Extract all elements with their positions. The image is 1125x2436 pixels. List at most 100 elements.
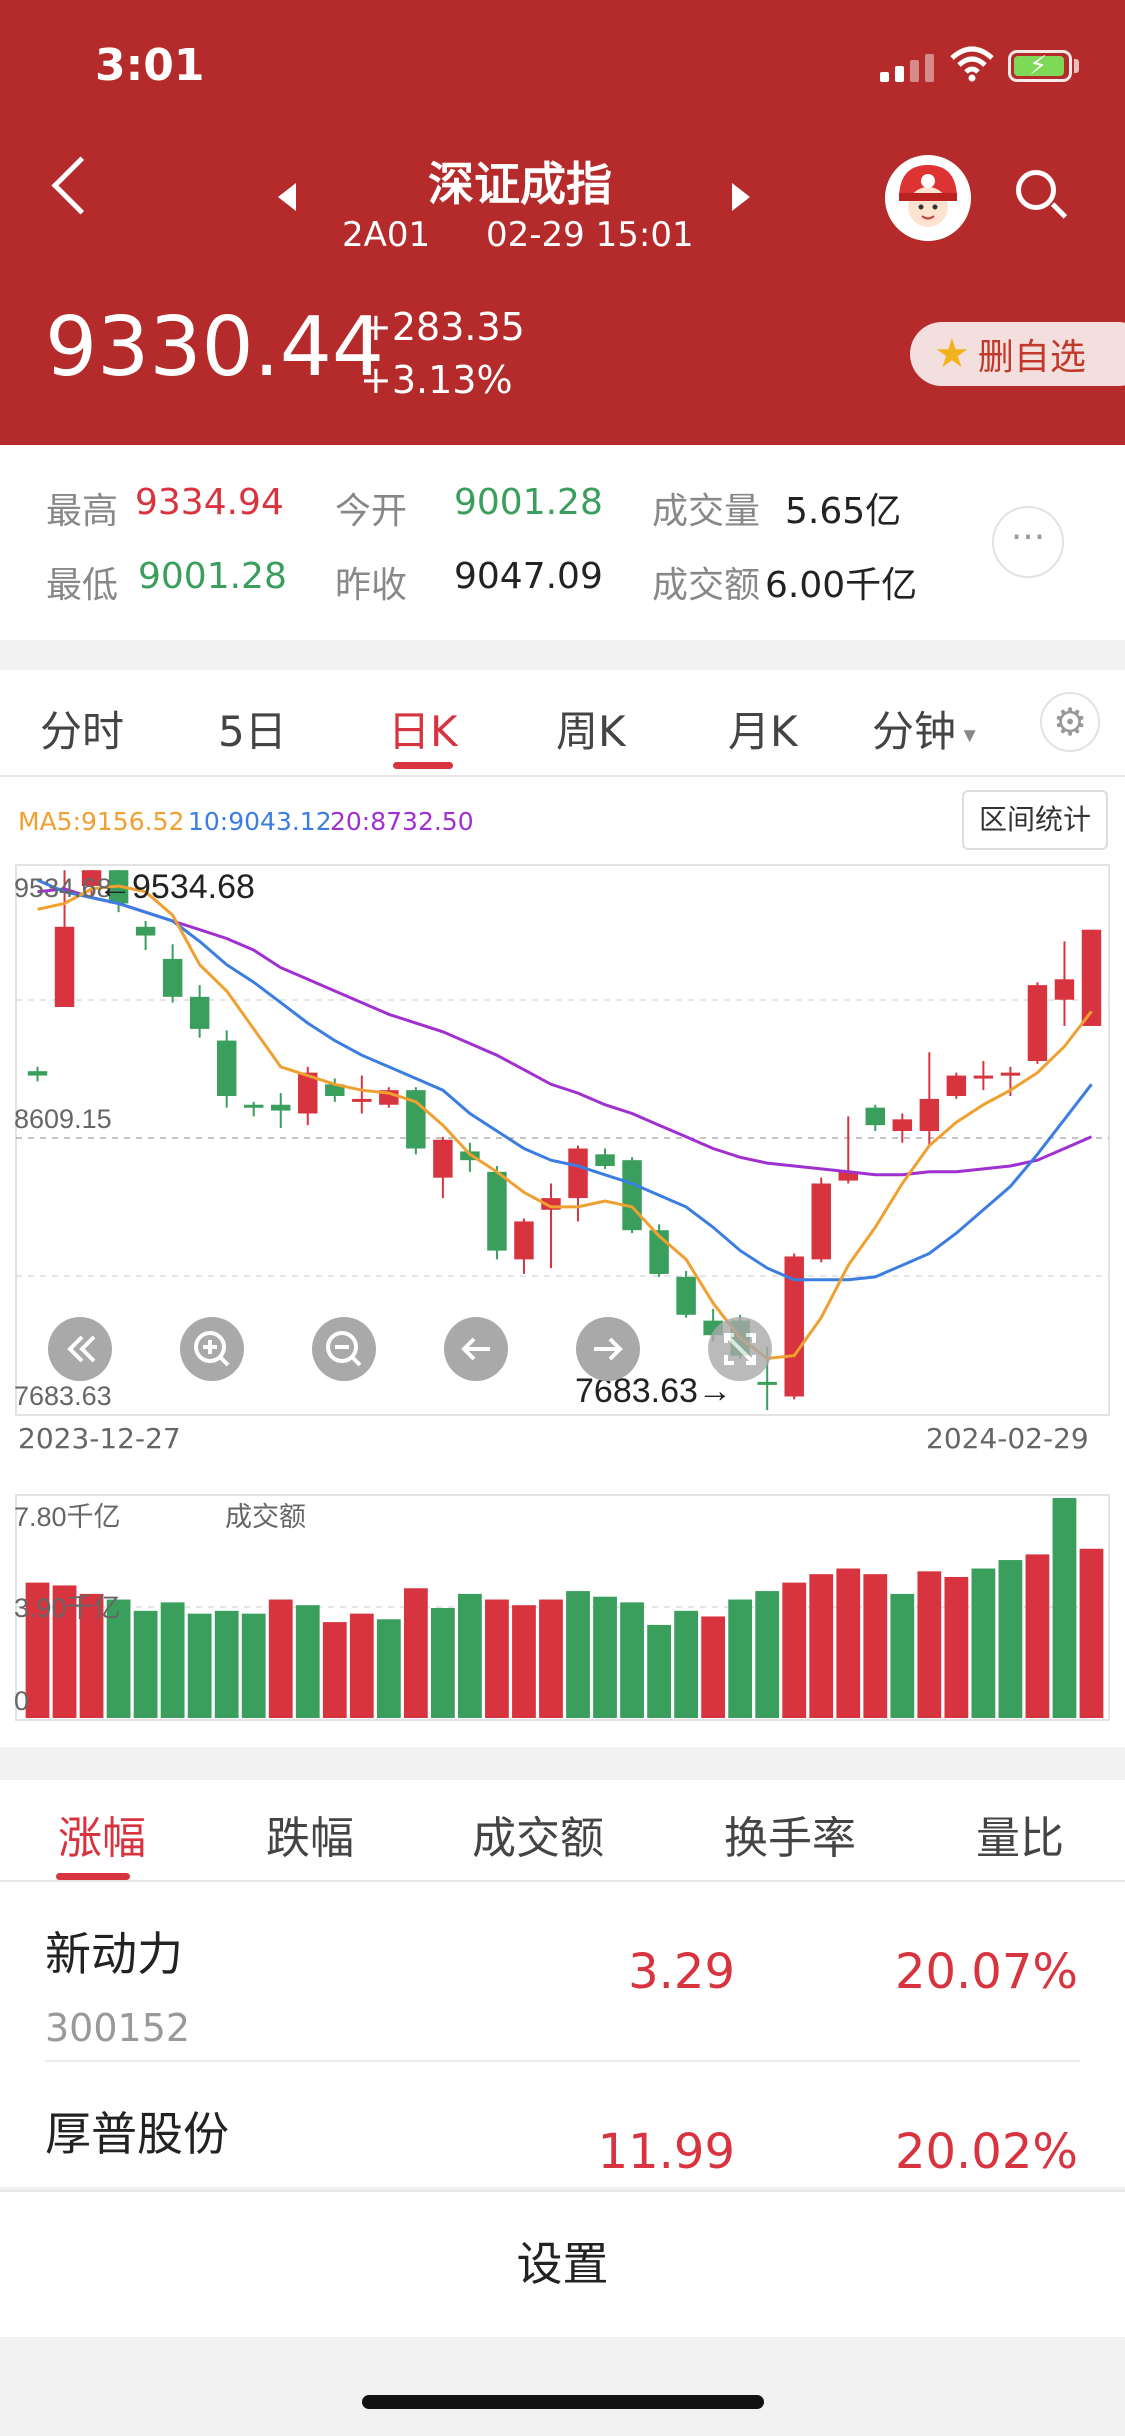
volume-bar <box>566 1591 590 1718</box>
volume-bar <box>403 1588 428 1718</box>
active-ranking-indicator <box>56 1873 130 1880</box>
candle <box>1027 985 1048 1061</box>
candle <box>487 1171 507 1251</box>
volume-bar <box>998 1560 1023 1718</box>
gear-icon[interactable]: ⚙ <box>1040 692 1100 752</box>
candle <box>973 1075 994 1079</box>
tab-minute[interactable]: 分钟 ▾ <box>872 698 976 759</box>
volume-bar <box>944 1576 969 1718</box>
high-value: 9334.94 <box>135 482 284 523</box>
battery-icon: ⚡ <box>1008 50 1072 82</box>
volume-bar <box>728 1599 753 1718</box>
scroll-right-button[interactable] <box>576 1317 640 1381</box>
candle <box>162 958 183 997</box>
zoom-in-button[interactable] <box>180 1317 244 1381</box>
candle <box>595 1154 615 1167</box>
tab-turnover-amount[interactable]: 成交额 <box>472 1802 604 1866</box>
ma20-legend: 20:8732.50 <box>330 807 474 836</box>
settings-button[interactable]: 设置 <box>0 2190 1125 2337</box>
candle <box>352 1098 372 1102</box>
tab-gainers[interactable]: 涨幅 <box>58 1802 146 1866</box>
tab-weekly-k[interactable]: 周K <box>556 698 626 759</box>
volume-bar <box>782 1582 807 1718</box>
tab-daily-k[interactable]: 日K <box>388 698 458 759</box>
back-icon[interactable] <box>51 156 110 215</box>
volume-bar <box>917 1571 942 1718</box>
remove-favorite-button[interactable]: ★ 删自选 <box>910 322 1125 386</box>
volume-bar <box>620 1602 644 1718</box>
interval-stats-button[interactable]: 区间统计 <box>962 790 1108 850</box>
open-value: 9001.28 <box>454 482 603 523</box>
header: 3:01 ⚡ 深证成指 2A01 02-29 15:01 9330.44 +28… <box>0 0 1125 445</box>
tab-5day[interactable]: 5日 <box>218 698 287 759</box>
volume-bar <box>295 1605 320 1718</box>
quote-time: 02-29 15:01 <box>486 215 694 255</box>
stock-name: 厚普股份 <box>45 2107 229 2161</box>
scroll-left-button[interactable] <box>444 1317 508 1381</box>
more-button[interactable]: ··· <box>992 506 1064 578</box>
zoom-out-icon <box>326 1331 362 1367</box>
home-indicator[interactable] <box>362 2395 764 2409</box>
candle <box>865 1107 886 1126</box>
rewind-button[interactable] <box>48 1317 112 1381</box>
page-title: 深证成指 <box>428 157 612 211</box>
volume-bar <box>809 1574 834 1718</box>
candle <box>243 1104 264 1108</box>
volume-bar <box>430 1608 455 1718</box>
status-time: 3:01 <box>95 40 205 91</box>
volume-bar <box>1025 1554 1050 1718</box>
ma10-legend: 10:9043.12 <box>188 807 332 836</box>
stock-code: 300152 <box>45 2006 191 2050</box>
tab-losers[interactable]: 跌幅 <box>266 1802 354 1866</box>
candle <box>514 1221 534 1260</box>
price-change-pct: +3.13% <box>360 358 513 402</box>
candlestick-chart[interactable]: 9534.68 8609.15 7683.63 ←9534.68 7683.63… <box>0 860 1125 1420</box>
zoom-out-button[interactable] <box>312 1317 376 1381</box>
candle <box>1054 979 1075 1000</box>
volume-bar <box>268 1599 293 1718</box>
tab-intraday[interactable]: 分时 <box>40 698 124 759</box>
prev-index-icon[interactable] <box>278 183 296 211</box>
tab-minute-label: 分钟 <box>872 707 957 756</box>
fullscreen-button[interactable] <box>708 1317 772 1381</box>
low-value: 9001.28 <box>138 556 287 597</box>
volume-title: 成交额 <box>225 1502 306 1532</box>
volume-bar <box>214 1610 239 1718</box>
next-index-icon[interactable] <box>732 183 750 211</box>
prev-close-value: 9047.09 <box>454 556 603 597</box>
tab-monthly-k[interactable]: 月K <box>728 698 798 759</box>
quote-stats <box>0 445 1125 640</box>
stock-price: 3.29 <box>628 1944 735 2000</box>
avatar[interactable] <box>885 155 971 241</box>
volume-bar <box>836 1568 861 1718</box>
y-label-bottom: 7683.63 <box>14 1381 112 1411</box>
open-label: 今开 <box>335 491 408 532</box>
volume-bar <box>890 1593 915 1718</box>
volume-bar <box>458 1593 482 1718</box>
volume-bar <box>485 1599 509 1718</box>
y-label-top: 9534.68 <box>14 873 112 903</box>
x-label-end: 2024-02-29 <box>926 1422 1089 1455</box>
volume-bar <box>863 1574 888 1718</box>
tab-volume-ratio[interactable]: 量比 <box>976 1802 1064 1866</box>
volume-chart[interactable]: 7.80千亿 成交额 3.90千亿 0 <box>0 1490 1125 1730</box>
volume-y-bottom: 0 <box>14 1686 29 1716</box>
amount-value: 6.00千亿 <box>765 565 918 606</box>
expand-icon <box>724 1333 756 1365</box>
low-label: 最低 <box>46 565 119 606</box>
ma10-line <box>36 878 1093 1282</box>
search-icon[interactable] <box>1016 170 1056 210</box>
zoom-in-icon <box>194 1331 230 1367</box>
tab-turnover-rate[interactable]: 换手率 <box>724 1802 856 1866</box>
volume-bar <box>971 1568 996 1718</box>
stock-change-pct: 20.02% <box>894 2124 1078 2180</box>
candle <box>189 996 210 1029</box>
stock-change-pct: 20.07% <box>894 1944 1078 2000</box>
battery-tip <box>1074 59 1079 73</box>
candle <box>216 1040 237 1096</box>
index-code: 2A01 <box>342 215 431 255</box>
volume-bar <box>376 1619 401 1718</box>
volume-y-top: 7.80千亿 <box>14 1502 121 1532</box>
star-icon: ★ <box>934 331 970 377</box>
volume-bar <box>241 1613 266 1718</box>
